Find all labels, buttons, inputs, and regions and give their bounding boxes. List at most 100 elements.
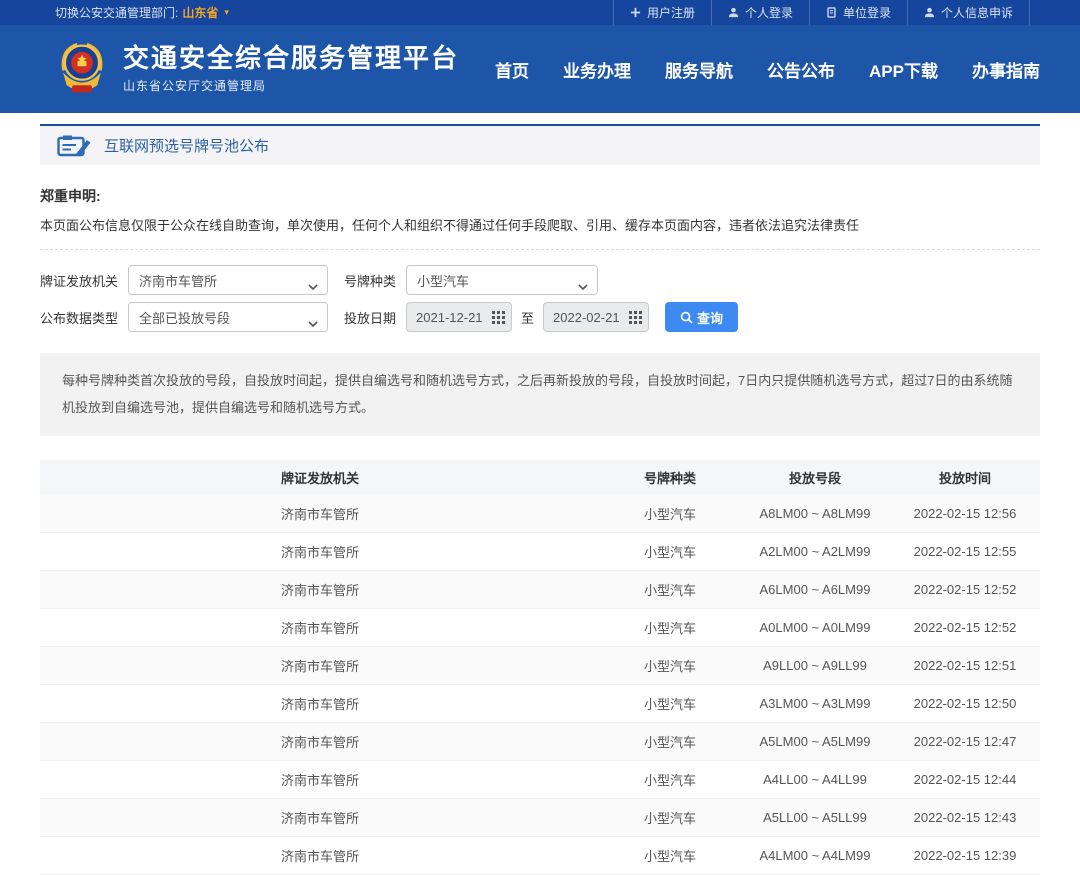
table-row: 济南市车管所小型汽车A5LM00 ~ A5LM992022-02-15 12:4… [40,722,1040,760]
table-cell: A0LM00 ~ A0LM99 [740,608,890,646]
date-range-to-label: 至 [521,308,534,327]
register-link[interactable]: 用户注册 [613,0,711,25]
data-type-value: 全部已投放号段 [139,308,230,327]
plate-type-select[interactable]: 小型汽车 [406,265,598,295]
date-from-value: 2021-12-21 [407,310,485,325]
chevron-down-icon [308,315,318,330]
table-cell: 小型汽车 [600,532,740,570]
table-cell: 小型汽车 [600,722,740,760]
table-cell: A2LM00 ~ A2LM99 [740,532,890,570]
nav-item-business[interactable]: 业务办理 [563,57,631,82]
table-row: 济南市车管所小型汽车A2LM00 ~ A2LM992022-02-15 12:5… [40,532,1040,570]
calendar-grid-icon [622,311,648,324]
document-pen-icon [57,133,91,158]
search-button[interactable]: 查询 [665,302,738,332]
table-cell: 济南市车管所 [40,570,600,608]
table-row: 济南市车管所小型汽车A0LM00 ~ A0LM992022-02-15 12:5… [40,608,1040,646]
nav-item-handling-guide[interactable]: 办事指南 [972,57,1040,82]
table-row: 济南市车管所小型汽车A3LM00 ~ A3LM992022-02-15 12:5… [40,684,1040,722]
calendar-grid-icon [485,311,511,324]
user-icon [924,7,935,18]
issuing-office-select[interactable]: 济南市车管所 [128,265,328,295]
plate-type-value: 小型汽车 [417,271,469,290]
site-header: 交通安全综合服务管理平台 山东省公安厅交通管理局 首页 业务办理 服务导航 公告… [0,25,1080,113]
table-cell: 济南市车管所 [40,722,600,760]
personal-login-link[interactable]: 个人登录 [711,0,809,25]
nav-item-app-download[interactable]: APP下载 [869,57,938,82]
magnifier-icon [680,311,693,324]
table-cell: 小型汽车 [600,684,740,722]
table-cell: 济南市车管所 [40,608,600,646]
nav-item-home[interactable]: 首页 [495,57,529,82]
issuing-office-label: 牌证发放机关 [40,271,118,290]
data-type-select[interactable]: 全部已投放号段 [128,302,328,332]
col-header-number-segment: 投放号段 [740,460,890,494]
data-type-label: 公布数据类型 [40,308,118,327]
table-cell: 小型汽车 [600,570,740,608]
table-cell: A9LL00 ~ A9LL99 [740,646,890,684]
declaration-title: 郑重申明: [40,186,1040,206]
chevron-down-icon [578,278,588,293]
table-header-row: 牌证发放机关 号牌种类 投放号段 投放时间 [40,460,1040,494]
number-pool-table: 牌证发放机关 号牌种类 投放号段 投放时间 济南市车管所小型汽车A8LM00 ~… [40,460,1040,875]
rules-notice: 每种号牌种类首次投放的号段，自投放时间起，提供自编选号和随机选号方式，之后再新投… [40,353,1040,436]
appeal-link-label: 个人信息申诉 [941,4,1013,21]
table-body: 济南市车管所小型汽车A8LM00 ~ A8LM992022-02-15 12:5… [40,494,1040,874]
top-utility-bar: 切换公安交通管理部门: 山东省 ▾ 用户注册 个人登录 单位登录 个人信息申诉 [0,0,1080,25]
table-cell: 2022-02-15 12:44 [890,760,1040,798]
table-cell: 济南市车管所 [40,684,600,722]
caret-down-icon: ▾ [224,7,229,18]
table-row: 济南市车管所小型汽车A6LM00 ~ A6LM992022-02-15 12:5… [40,570,1040,608]
appeal-link[interactable]: 个人信息申诉 [907,0,1030,25]
unit-login-label: 单位登录 [843,4,891,21]
table-cell: 济南市车管所 [40,532,600,570]
table-cell: 小型汽车 [600,646,740,684]
date-from-input[interactable]: 2021-12-21 [406,302,512,332]
register-link-label: 用户注册 [647,4,695,21]
user-icon [728,7,739,18]
col-header-release-time: 投放时间 [890,460,1040,494]
nav-item-service-guide[interactable]: 服务导航 [665,57,733,82]
plus-icon [630,7,641,18]
plate-type-label: 号牌种类 [344,271,396,290]
page-title-bar: 互联网预选号牌号池公布 [40,124,1040,165]
page-title: 互联网预选号牌号池公布 [104,135,269,156]
region-selector[interactable]: 山东省 [182,4,218,21]
table-cell: 小型汽车 [600,494,740,532]
date-to-value: 2022-02-21 [544,310,622,325]
filter-form: 牌证发放机关 济南市车管所 号牌种类 小型汽车 公布数据类型 全部已投放号段 投… [40,265,1040,332]
personal-login-label: 个人登录 [745,4,793,21]
issuing-office-value: 济南市车管所 [139,271,217,290]
table-cell: A5LL00 ~ A5LL99 [740,798,890,836]
table-cell: 济南市车管所 [40,798,600,836]
table-cell: 2022-02-15 12:52 [890,570,1040,608]
table-row: 济南市车管所小型汽车A9LL00 ~ A9LL992022-02-15 12:5… [40,646,1040,684]
date-to-input[interactable]: 2022-02-21 [543,302,649,332]
table-cell: 2022-02-15 12:50 [890,684,1040,722]
release-date-label: 投放日期 [344,308,396,327]
search-button-label: 查询 [697,308,723,327]
col-header-issuing-office: 牌证发放机关 [40,460,600,494]
org-icon [826,7,837,18]
table-row: 济南市车管所小型汽车A8LM00 ~ A8LM992022-02-15 12:5… [40,494,1040,532]
table-cell: 小型汽车 [600,760,740,798]
main-nav: 首页 业务办理 服务导航 公告公布 APP下载 办事指南 [495,57,1040,82]
unit-login-link[interactable]: 单位登录 [809,0,907,25]
table-cell: A4LL00 ~ A4LL99 [740,760,890,798]
table-cell: A3LM00 ~ A3LM99 [740,684,890,722]
declaration-section: 郑重申明: 本页面公布信息仅限于公众在线自助查询，单次使用，任何个人和组织不得通… [40,186,1040,250]
table-cell: 2022-02-15 12:47 [890,722,1040,760]
table-cell: A8LM00 ~ A8LM99 [740,494,890,532]
table-cell: A6LM00 ~ A6LM99 [740,570,890,608]
declaration-text: 本页面公布信息仅限于公众在线自助查询，单次使用，任何个人和组织不得通过任何手段爬… [40,215,1040,234]
table-cell: 济南市车管所 [40,646,600,684]
chevron-down-icon [308,278,318,293]
col-header-plate-type: 号牌种类 [600,460,740,494]
site-title: 交通安全综合服务管理平台 [123,44,459,74]
table-cell: 2022-02-15 12:52 [890,608,1040,646]
table-cell: 2022-02-15 12:55 [890,532,1040,570]
police-badge-logo [55,38,109,100]
table-cell: 2022-02-15 12:51 [890,646,1040,684]
table-cell: A5LM00 ~ A5LM99 [740,722,890,760]
nav-item-announcements[interactable]: 公告公布 [767,57,835,82]
